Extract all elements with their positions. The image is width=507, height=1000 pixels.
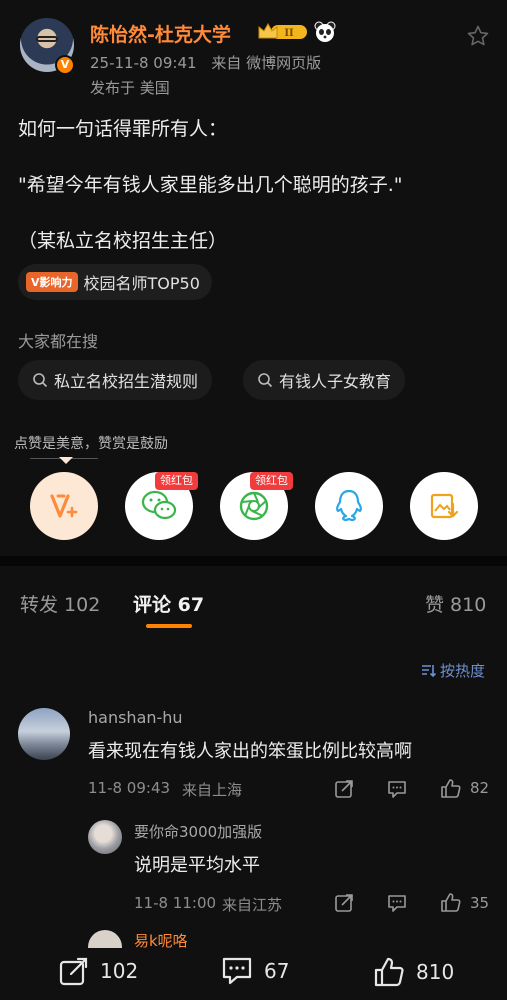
post-timestamp: 25-11-8 09:41 [90, 54, 197, 72]
reply-time: 11-8 11:00 [134, 894, 217, 912]
crown-level: II [284, 28, 294, 39]
bottom-like-button[interactable]: 810 [372, 955, 454, 989]
search-chip-1[interactable]: 私立名校招生潜规则 [18, 360, 213, 400]
trending-search-title: 大家都在搜 [18, 332, 99, 351]
post-line-3: （某私立名校招生主任） [18, 230, 228, 252]
sort-hot-button[interactable]: 按热度 [420, 660, 485, 681]
post-meta: 25-11-8 09:41 来自 微博网页版 [90, 52, 331, 73]
comment-time: 11-8 09:43 [88, 779, 171, 797]
like-icon [374, 957, 404, 987]
share-qq-button[interactable] [315, 472, 383, 540]
comment-count: 67 [264, 959, 290, 983]
panda-icon[interactable] [314, 21, 336, 43]
save-image-button[interactable] [410, 472, 478, 540]
post-location: 发布于 美国 [90, 79, 170, 97]
reply-author[interactable]: 要你命3000加强版 [134, 821, 262, 842]
search-chip-label: 私立名校招生潜规则 [54, 372, 199, 391]
reply-like-count: 35 [470, 894, 490, 912]
comment-text: 看来现在有钱人家出的笨蛋比例比较高啊 [88, 741, 412, 762]
thumbs-up-icon[interactable] [439, 891, 461, 913]
reward-v-icon [50, 494, 78, 518]
comment-avatar[interactable] [18, 708, 70, 760]
search-chip-label: 有钱人子女教育 [279, 372, 392, 391]
comment-place: 来自上海 [182, 781, 243, 799]
sort-icon [422, 664, 436, 677]
tab-like[interactable]: 赞 810 [425, 590, 486, 617]
tab-comment[interactable]: 评论 67 [133, 590, 204, 617]
wechat-icon [141, 490, 177, 520]
sort-label: 按热度 [440, 662, 486, 680]
thumbs-up-icon[interactable] [439, 777, 461, 799]
comment-like-count: 82 [470, 779, 490, 797]
bottom-comment-button[interactable]: 67 [220, 955, 289, 987]
like-hint-text: 点赞是美意，赞赏是鼓励 [14, 436, 168, 452]
tab-repost[interactable]: 转发 102 [20, 590, 100, 617]
favorite-star-icon[interactable] [466, 24, 490, 48]
share-comment-icon[interactable] [333, 778, 355, 800]
red-packet-tag: 领红包 [155, 472, 198, 490]
reply-place: 来自江苏 [222, 896, 283, 914]
like-count: 810 [416, 960, 455, 984]
reply-avatar[interactable] [88, 820, 122, 854]
hint-pointer [59, 457, 73, 464]
comment-author[interactable]: hanshan-hu [88, 708, 183, 727]
reward-button[interactable] [30, 472, 98, 540]
repost-count: 102 [100, 959, 139, 983]
comment-icon [222, 957, 252, 985]
topic-chip[interactable]: V影响力 校园名师TOP50 [18, 264, 212, 300]
reply-icon[interactable] [386, 892, 408, 914]
reply-icon[interactable] [386, 778, 408, 800]
section-divider [0, 556, 507, 566]
topic-label: 校园名师TOP50 [83, 274, 200, 293]
share-comment-icon[interactable] [333, 892, 355, 914]
active-tab-indicator [146, 624, 192, 628]
search-icon [258, 373, 273, 388]
verified-badge: V [55, 55, 75, 75]
repost-icon [59, 957, 88, 986]
reply-text: 说明是平均水平 [134, 855, 260, 876]
save-image-icon [430, 493, 459, 519]
search-chip-2[interactable]: 有钱人子女教育 [243, 360, 406, 400]
post-line-2: "希望今年有钱人家里能多出几个聪明的孩子." [18, 174, 403, 196]
post-source: 来自 微博网页版 [211, 54, 322, 72]
author-name[interactable]: 陈怡然-杜克大学 [90, 20, 231, 47]
qq-penguin-icon [336, 489, 362, 522]
moments-aperture-icon [239, 491, 269, 521]
post-line-1: 如何一句话得罪所有人： [18, 118, 228, 140]
influence-tag: V影响力 [26, 272, 78, 292]
red-packet-tag: 领红包 [250, 472, 293, 490]
bottom-repost-button[interactable]: 102 [58, 955, 138, 987]
search-icon [33, 373, 48, 388]
member-crown-icon[interactable]: II [257, 22, 309, 42]
